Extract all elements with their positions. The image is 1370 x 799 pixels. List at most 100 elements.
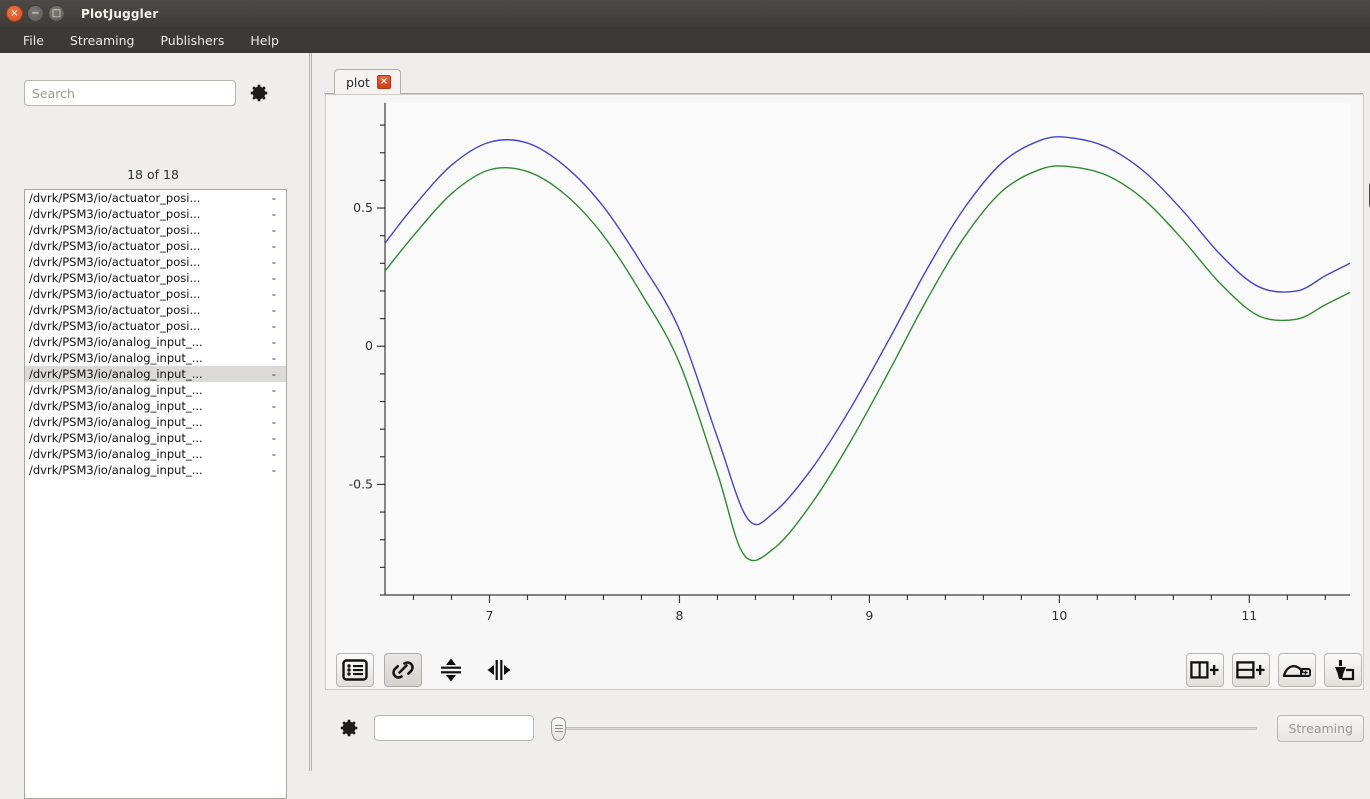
plot-canvas[interactable]: -0.5 0 0.5 7 8 9 10 11 — [326, 95, 1363, 689]
gear-icon — [250, 84, 268, 102]
list-item-value: - — [271, 367, 276, 381]
menu-item-streaming[interactable]: Streaming — [57, 30, 148, 51]
playback-settings-button[interactable] — [336, 715, 362, 741]
list-item-label: /dvrk/PSM3/io/actuator_posi... — [29, 191, 201, 205]
curve-add-icon — [1282, 665, 1311, 677]
split-horizontal-button[interactable] — [1232, 653, 1270, 687]
tab-plot[interactable]: plot × — [334, 69, 401, 94]
chain-link-icon — [392, 661, 414, 679]
list-item-value: - — [271, 431, 276, 445]
vertical-arrows-icon — [441, 658, 461, 682]
brush-icon — [1335, 660, 1355, 681]
list-view-button[interactable] — [336, 653, 374, 687]
add-column-icon — [1190, 661, 1219, 679]
main-panel: plot × -0.500.57891011 /dvrk/PSM3/io/act… — [314, 53, 1370, 771]
svg-text:0.5: 0.5 — [353, 200, 373, 215]
list-item-label: /dvrk/PSM3/io/actuator_posi... — [29, 207, 201, 221]
clear-plots-button[interactable] — [1324, 653, 1362, 687]
tab-close-icon[interactable]: × — [376, 75, 391, 89]
list-item-value: - — [271, 303, 276, 317]
list-item[interactable]: /dvrk/PSM3/io/analog_input_... - — [25, 462, 286, 478]
list-item[interactable]: /dvrk/PSM3/io/analog_input_... - — [25, 382, 286, 398]
item-count-label: 18 of 18 — [127, 167, 179, 182]
menu-item-publishers[interactable]: Publishers — [147, 30, 237, 51]
list-item[interactable]: /dvrk/PSM3/io/actuator_posi... - — [25, 318, 286, 334]
list-item-value: - — [271, 271, 276, 285]
menu-item-help[interactable]: Help — [237, 30, 292, 51]
list-item[interactable]: /dvrk/PSM3/io/analog_input_... - — [25, 414, 286, 430]
list-item-label: /dvrk/PSM3/io/analog_input_... — [29, 335, 203, 349]
list-item-label: /dvrk/PSM3/io/analog_input_... — [29, 463, 203, 477]
window-controls: × − □ — [6, 5, 65, 22]
list-item-value: - — [271, 351, 276, 365]
list-item-value: - — [271, 383, 276, 397]
list-item[interactable]: /dvrk/PSM3/io/analog_input_... - — [25, 334, 286, 350]
list-item-label: /dvrk/PSM3/io/actuator_posi... — [29, 223, 201, 237]
list-item-label: /dvrk/PSM3/io/actuator_posi... — [29, 255, 201, 269]
plot-panel[interactable]: -0.5 0 0.5 7 8 9 10 11 — [325, 94, 1364, 690]
list-item[interactable]: /dvrk/PSM3/io/actuator_posi... - — [25, 286, 286, 302]
playback-bar: Streaming — [336, 708, 1364, 748]
sidebar: 18 of 18 /dvrk/PSM3/io/actuator_posi... -… — [0, 53, 306, 799]
list-item-value: - — [271, 335, 276, 349]
svg-text:7: 7 — [486, 608, 494, 623]
horizontal-arrows-icon — [487, 660, 511, 680]
tab-label: plot — [346, 74, 370, 90]
list-item-value: - — [271, 191, 276, 205]
plot-toolbar-left — [336, 653, 518, 687]
title-bar: × − □ PlotJuggler — [0, 0, 1370, 27]
split-vertical-button[interactable] — [1186, 653, 1224, 687]
list-item-value: - — [271, 255, 276, 269]
zoom-horizontal-button[interactable] — [480, 653, 518, 687]
list-item[interactable]: /dvrk/PSM3/io/analog_input_... - — [25, 350, 286, 366]
streaming-button[interactable]: Streaming — [1277, 714, 1364, 742]
window-title: PlotJuggler — [81, 6, 159, 21]
list-item-value: - — [271, 463, 276, 477]
svg-text:10: 10 — [1051, 608, 1067, 623]
search-input[interactable] — [24, 80, 236, 106]
svg-text:11: 11 — [1241, 608, 1257, 623]
list-item[interactable]: /dvrk/PSM3/io/actuator_posi... - — [25, 190, 286, 206]
search-row — [24, 79, 284, 107]
time-input[interactable] — [374, 715, 534, 741]
window-maximize-button[interactable]: □ — [48, 5, 65, 22]
list-item[interactable]: /dvrk/PSM3/io/analog_input_... - — [25, 366, 286, 382]
zoom-vertical-button[interactable] — [432, 653, 470, 687]
list-item[interactable]: /dvrk/PSM3/io/analog_input_... - — [25, 446, 286, 462]
list-item[interactable]: /dvrk/PSM3/io/analog_input_... - — [25, 430, 286, 446]
list-item-value: - — [271, 207, 276, 221]
list-item[interactable]: /dvrk/PSM3/io/analog_input_... - — [25, 398, 286, 414]
window-minimize-button[interactable]: − — [27, 5, 44, 22]
timeline-slider-handle[interactable] — [551, 717, 566, 741]
list-item[interactable]: /dvrk/PSM3/io/actuator_posi... - — [25, 238, 286, 254]
list-item-label: /dvrk/PSM3/io/analog_input_... — [29, 447, 203, 461]
gear-icon — [340, 719, 358, 737]
window-close-button[interactable]: × — [6, 5, 23, 22]
list-item[interactable]: /dvrk/PSM3/io/actuator_posi... - — [25, 270, 286, 286]
list-item-value: - — [271, 319, 276, 333]
list-item-label: /dvrk/PSM3/io/actuator_posi... — [29, 303, 201, 317]
main-body: 18 of 18 /dvrk/PSM3/io/actuator_posi... -… — [0, 53, 1370, 799]
timeline-slider-track[interactable] — [560, 727, 1258, 730]
list-item[interactable]: /dvrk/PSM3/io/actuator_posi... - — [25, 254, 286, 270]
link-axes-button[interactable] — [384, 653, 422, 687]
add-function-button[interactable] — [1278, 653, 1316, 687]
list-item-value: - — [271, 415, 276, 429]
list-item-label: /dvrk/PSM3/io/actuator_posi... — [29, 271, 201, 285]
menu-item-file[interactable]: File — [10, 30, 57, 51]
list-item[interactable]: /dvrk/PSM3/io/actuator_posi... - — [25, 222, 286, 238]
list-item-label: /dvrk/PSM3/io/actuator_posi... — [29, 319, 201, 333]
timeline-slider[interactable] — [546, 713, 1265, 743]
list-item-label: /dvrk/PSM3/io/analog_input_... — [29, 367, 203, 381]
list-item[interactable]: /dvrk/PSM3/io/actuator_posi... - — [25, 302, 286, 318]
list-item-label: /dvrk/PSM3/io/actuator_posi... — [29, 239, 201, 253]
list-icon — [342, 659, 368, 681]
list-item[interactable]: /dvrk/PSM3/io/actuator_posi... - — [25, 206, 286, 222]
sidebar-settings-button[interactable] — [246, 80, 272, 106]
menu-bar: File Streaming Publishers Help — [0, 27, 1370, 53]
panel-splitter[interactable] — [306, 53, 314, 771]
curve-list[interactable]: /dvrk/PSM3/io/actuator_posi... - /dvrk/PSM… — [24, 189, 287, 799]
list-item-label: /dvrk/PSM3/io/analog_input_... — [29, 351, 203, 365]
list-item-label: /dvrk/PSM3/io/analog_input_... — [29, 399, 203, 413]
list-item-value: - — [271, 223, 276, 237]
